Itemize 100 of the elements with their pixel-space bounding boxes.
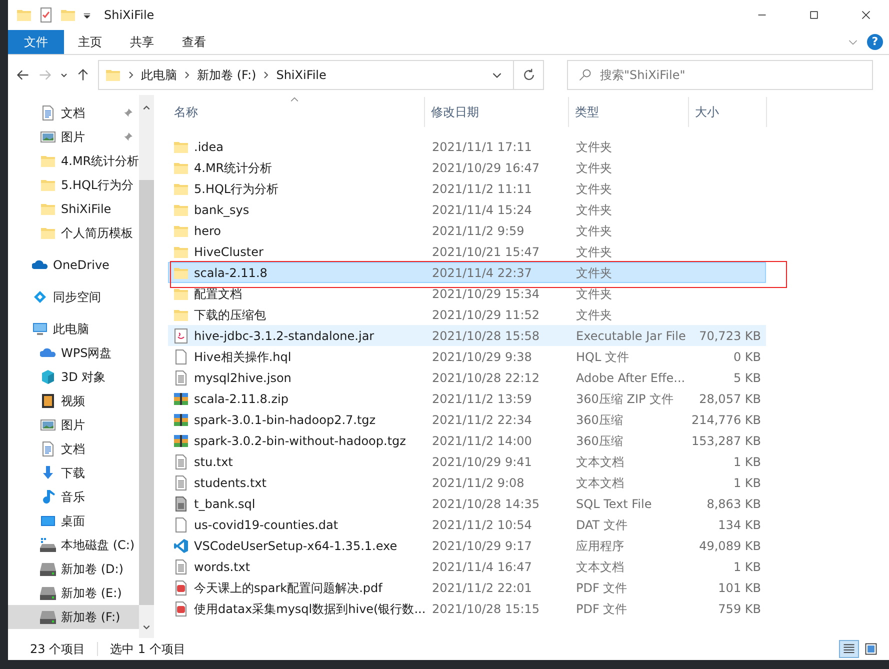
column-header[interactable]: 类型 xyxy=(569,97,689,127)
type-cell-text: 文件夹 xyxy=(575,306,613,324)
sidebar-item[interactable]: 视频 xyxy=(8,389,140,413)
sidebar-item[interactable]: 本地磁盘 (C:) xyxy=(8,533,140,557)
sidebar-item[interactable]: 同步空间 xyxy=(8,285,140,309)
recent-locations-caret-icon[interactable] xyxy=(60,71,68,79)
column-header[interactable]: 修改日期 xyxy=(425,97,569,127)
file-row[interactable]: Hive相关操作.hql 2021/10/29 9:38 HQL 文件 0 KB xyxy=(168,346,766,367)
up-icon[interactable] xyxy=(76,68,90,82)
file-name: HiveCluster xyxy=(194,244,264,260)
file-row[interactable]: hero 2021/11/2 9:59 文件夹 xyxy=(168,220,766,241)
sidebar-item[interactable]: 文档 xyxy=(8,101,140,125)
size-cell-text: 759 KB xyxy=(717,600,762,618)
sidebar-item[interactable]: 新加卷 (D:) xyxy=(8,557,140,581)
type-cell-text: 文件夹 xyxy=(575,180,613,198)
details-view-button[interactable] xyxy=(839,640,859,658)
sidebar-item[interactable]: 文档 xyxy=(8,437,140,461)
date-cell-text: 2021/10/28 15:58 xyxy=(431,328,541,344)
file-name: hive-jdbc-3.1.2-standalone.jar xyxy=(194,328,374,344)
properties-icon[interactable] xyxy=(38,7,54,23)
file-name: scala-2.11.8 xyxy=(194,264,268,282)
sidebar-item[interactable]: 图片 xyxy=(8,125,140,149)
sidebar-item[interactable]: 图片 xyxy=(8,413,140,437)
scroll-down-icon[interactable] xyxy=(142,623,152,632)
scrollbar-thumb[interactable] xyxy=(139,180,154,605)
file-row[interactable]: scala-2.11.8.zip 2021/11/2 13:59 360压缩 ZIP 文件 28,057 KB xyxy=(168,388,766,409)
maximize-icon xyxy=(808,9,820,21)
date-cell-text: 2021/10/28 14:35 xyxy=(431,496,541,512)
file-name: 使用datax采集mysql数据到hive(银行数... xyxy=(194,600,426,618)
file-row[interactable]: spark-3.0.1-bin-hadoop2.7.tgz 2021/11/2 22:34 360压缩 214,776 KB xyxy=(168,409,766,430)
type-cell-text: 文件夹 xyxy=(575,160,613,176)
date-cell-text: 2021/11/4 16:47 xyxy=(431,558,533,576)
sidebar-scrollbar[interactable] xyxy=(139,95,154,638)
ribbon-tab[interactable]: 查看 xyxy=(168,30,220,54)
size-cell-text: 0 KB xyxy=(732,348,762,366)
text-file-icon xyxy=(173,558,189,574)
pin-icon[interactable] xyxy=(123,132,134,142)
sidebar-item[interactable]: 3D 对象 xyxy=(8,365,140,389)
type-cell-text: 文件夹 xyxy=(575,264,613,282)
file-row[interactable]: hive-jdbc-3.1.2-standalone.jar 2021/10/28 15:58 Executable Jar File 70,723 KB xyxy=(168,325,766,346)
sidebar-item[interactable]: 个人简历模板 xyxy=(8,221,140,245)
file-row[interactable]: words.txt 2021/11/4 16:47 文本文档 1 KB xyxy=(168,556,766,577)
cube-icon xyxy=(40,369,56,385)
file-name: spark-3.0.2-bin-without-hadoop.tgz xyxy=(194,432,406,450)
file-name: .idea xyxy=(194,138,224,156)
computer-icon xyxy=(32,321,48,337)
file-row[interactable]: bank_sys 2021/11/4 15:24 文件夹 xyxy=(168,199,766,220)
file-row[interactable]: us-covid19-counties.dat 2021/11/2 10:54 DAT 文件 134 KB xyxy=(168,514,766,535)
file-row[interactable]: mysql2hive.json 2021/10/28 22:12 Adobe After Effe... 5 KB xyxy=(168,367,766,388)
file-row[interactable]: spark-3.0.2-bin-without-hadoop.tgz 2021/11/2 14:00 360压缩 153,287 KB xyxy=(168,430,766,451)
type-cell-text: DAT 文件 xyxy=(575,516,628,534)
sidebar-item[interactable]: 5.HQL行为分 xyxy=(8,173,140,197)
sidebar-item[interactable]: 音乐 xyxy=(8,485,140,509)
search-box[interactable]: 搜索"ShiXiFile" xyxy=(567,60,873,90)
breadcrumb-item[interactable]: ShiXiFile xyxy=(270,66,332,84)
file-row[interactable]: students.txt 2021/11/2 9:08 文本文档 1 KB xyxy=(168,472,766,493)
back-icon[interactable] xyxy=(16,68,30,82)
sidebar-item[interactable]: 新加卷 (F:) xyxy=(8,605,140,629)
sidebar-item[interactable]: OneDrive xyxy=(8,253,140,277)
folder-icon xyxy=(40,225,56,241)
help-icon[interactable]: ? xyxy=(867,34,883,50)
size-cell-text: 49,089 KB xyxy=(698,538,762,554)
file-row[interactable]: 5.HQL行为分析 2021/11/2 11:11 文件夹 xyxy=(168,178,766,199)
scroll-up-icon[interactable] xyxy=(142,103,152,112)
file-row[interactable]: 使用datax采集mysql数据到hive(银行数... 2021/10/28 15:15 PDF 文件 759 KB xyxy=(168,598,766,619)
date-cell-text: 2021/11/2 9:08 xyxy=(431,474,526,492)
sidebar-item[interactable]: WPS网盘 xyxy=(8,341,140,365)
date-cell-text: 2021/10/29 11:52 xyxy=(431,306,541,324)
file-row[interactable]: stu.txt 2021/10/29 9:41 文本文档 1 KB xyxy=(168,451,766,472)
date-cell-text: 2021/11/2 9:59 xyxy=(431,222,526,240)
large-icons-icon xyxy=(864,642,878,656)
file-menu-button[interactable]: 文件 xyxy=(8,30,64,54)
chevron-icon xyxy=(127,71,135,79)
pin-icon[interactable] xyxy=(123,108,134,118)
sidebar-item[interactable]: 下载 xyxy=(8,461,140,485)
file-row[interactable]: 今天课上的spark配置问题解决.pdf 2021/11/2 22:01 PDF 文件 101 KB xyxy=(168,577,766,598)
file-row[interactable]: 下载的压缩包 2021/10/29 11:52 文件夹 xyxy=(168,304,766,325)
column-header[interactable]: 大小 xyxy=(689,97,767,127)
file-row[interactable]: .idea 2021/11/1 17:11 文件夹 xyxy=(168,136,766,157)
ribbon-tab[interactable]: 主页 xyxy=(64,30,116,54)
file-row[interactable]: 4.MR统计分析 2021/10/29 16:47 文件夹 xyxy=(168,157,766,178)
sidebar-item[interactable]: 4.MR统计分析 xyxy=(8,149,140,173)
breadcrumb-item[interactable]: 此电脑 xyxy=(135,66,183,84)
sidebar-item[interactable]: ShiXiFile xyxy=(8,197,140,221)
file-row[interactable]: HiveCluster 2021/10/21 15:47 文件夹 xyxy=(168,241,766,262)
sidebar-item[interactable]: 此电脑 xyxy=(8,317,140,341)
file-row[interactable]: VSCodeUserSetup-x64-1.35.1.exe 2021/10/29 9:17 应用程序 49,089 KB xyxy=(168,535,766,556)
sidebar-item[interactable]: 桌面 xyxy=(8,509,140,533)
column-header[interactable]: 名称 xyxy=(168,97,425,127)
file-row[interactable]: scala-2.11.8 2021/11/4 22:37 文件夹 xyxy=(168,262,766,283)
window-title: ShiXiFile xyxy=(104,7,154,24)
address-bar[interactable]: 此电脑 新加卷 (F:) ShiXiFile xyxy=(98,60,544,90)
sidebar-item[interactable]: 新加卷 (E:) xyxy=(8,581,140,605)
forward-icon[interactable] xyxy=(38,68,52,82)
file-icon xyxy=(173,516,189,532)
file-row[interactable]: 配置文档 2021/10/29 15:34 文件夹 xyxy=(168,283,766,304)
file-row[interactable]: t_bank.sql 2021/10/28 14:35 SQL Text File 8,863 KB xyxy=(168,493,766,514)
type-cell-text: PDF 文件 xyxy=(575,600,628,618)
ribbon-tab[interactable]: 共享 xyxy=(116,30,168,54)
breadcrumb-item[interactable]: 新加卷 (F:) xyxy=(191,66,262,84)
